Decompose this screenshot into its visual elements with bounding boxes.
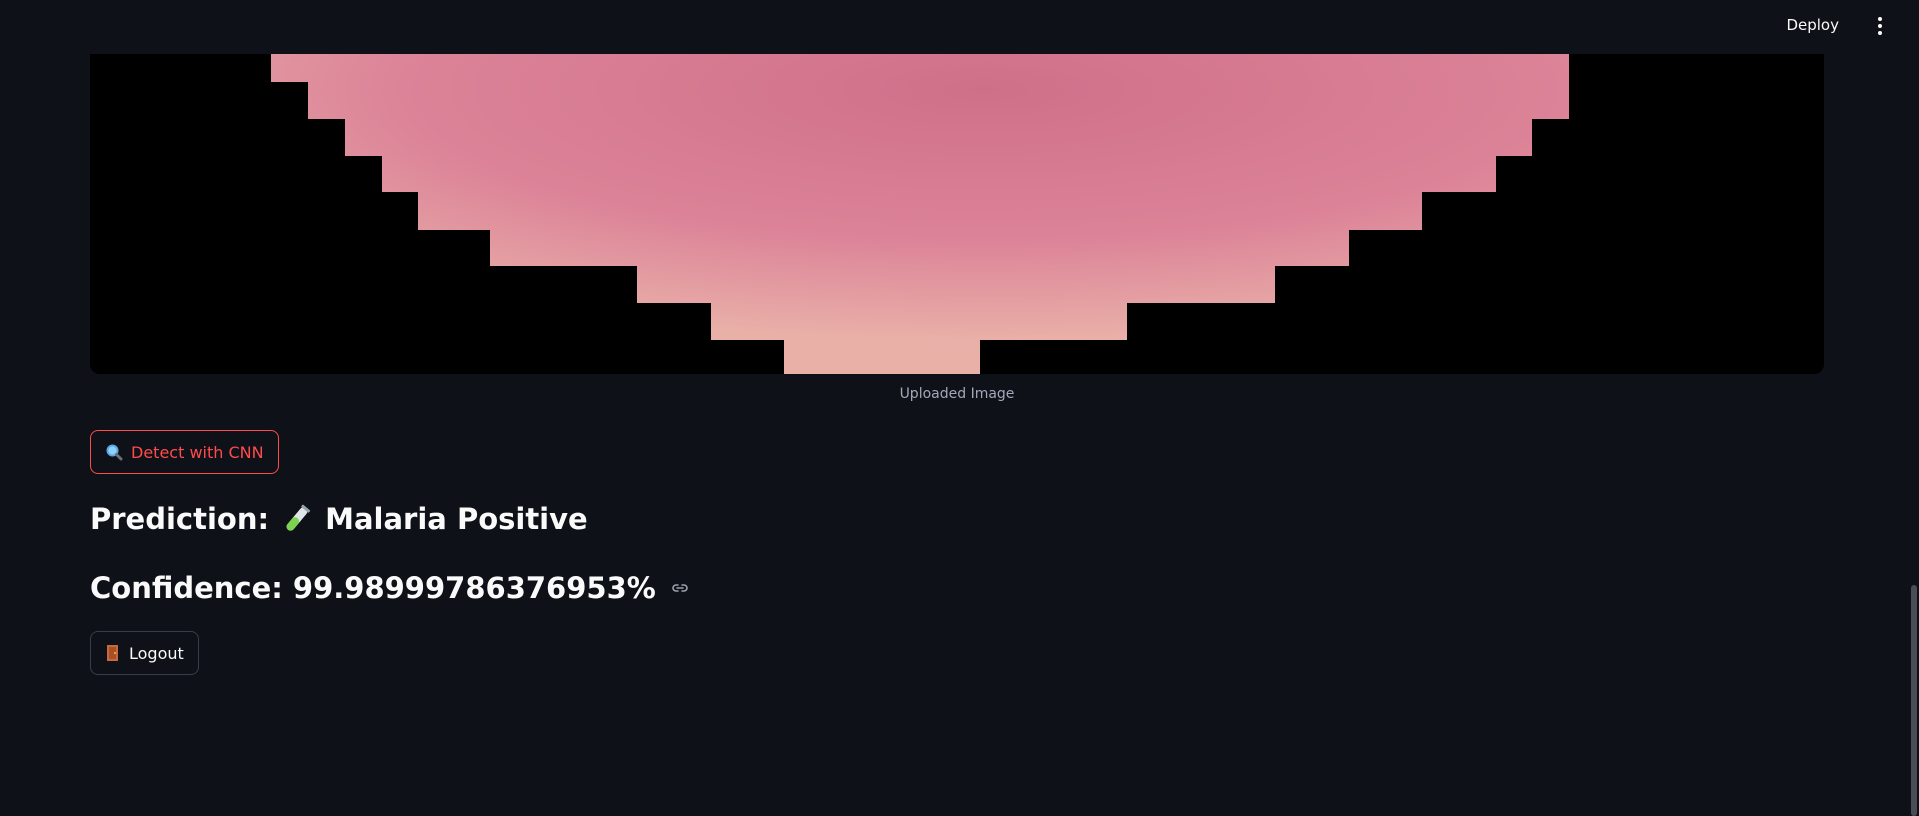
deploy-button[interactable]: Deploy xyxy=(1786,16,1839,34)
uploaded-image xyxy=(90,40,1824,374)
image-caption: Uploaded Image xyxy=(899,386,1015,402)
confidence-heading: Confidence: 99.98999786376953% xyxy=(90,571,690,605)
door-icon xyxy=(107,645,118,661)
confidence-value: 99.98999786376953% xyxy=(292,571,656,605)
confidence-label: Confidence: xyxy=(90,571,283,605)
prediction-heading: Prediction: Malaria Positive xyxy=(90,502,588,536)
logout-button[interactable]: Logout xyxy=(90,631,199,675)
test-tube-icon xyxy=(286,504,311,531)
prediction-label: Prediction: xyxy=(90,502,270,536)
more-vertical-icon[interactable] xyxy=(1875,14,1885,38)
vertical-scrollbar[interactable] xyxy=(1911,585,1917,816)
app-header: Deploy xyxy=(0,0,1919,54)
detect-with-cnn-button[interactable]: Detect with CNN xyxy=(90,430,279,474)
magnifier-icon xyxy=(106,444,123,461)
logout-button-label: Logout xyxy=(129,643,184,663)
prediction-value: Malaria Positive xyxy=(325,502,588,536)
link-icon[interactable] xyxy=(670,578,690,598)
detect-button-label: Detect with CNN xyxy=(131,442,264,462)
